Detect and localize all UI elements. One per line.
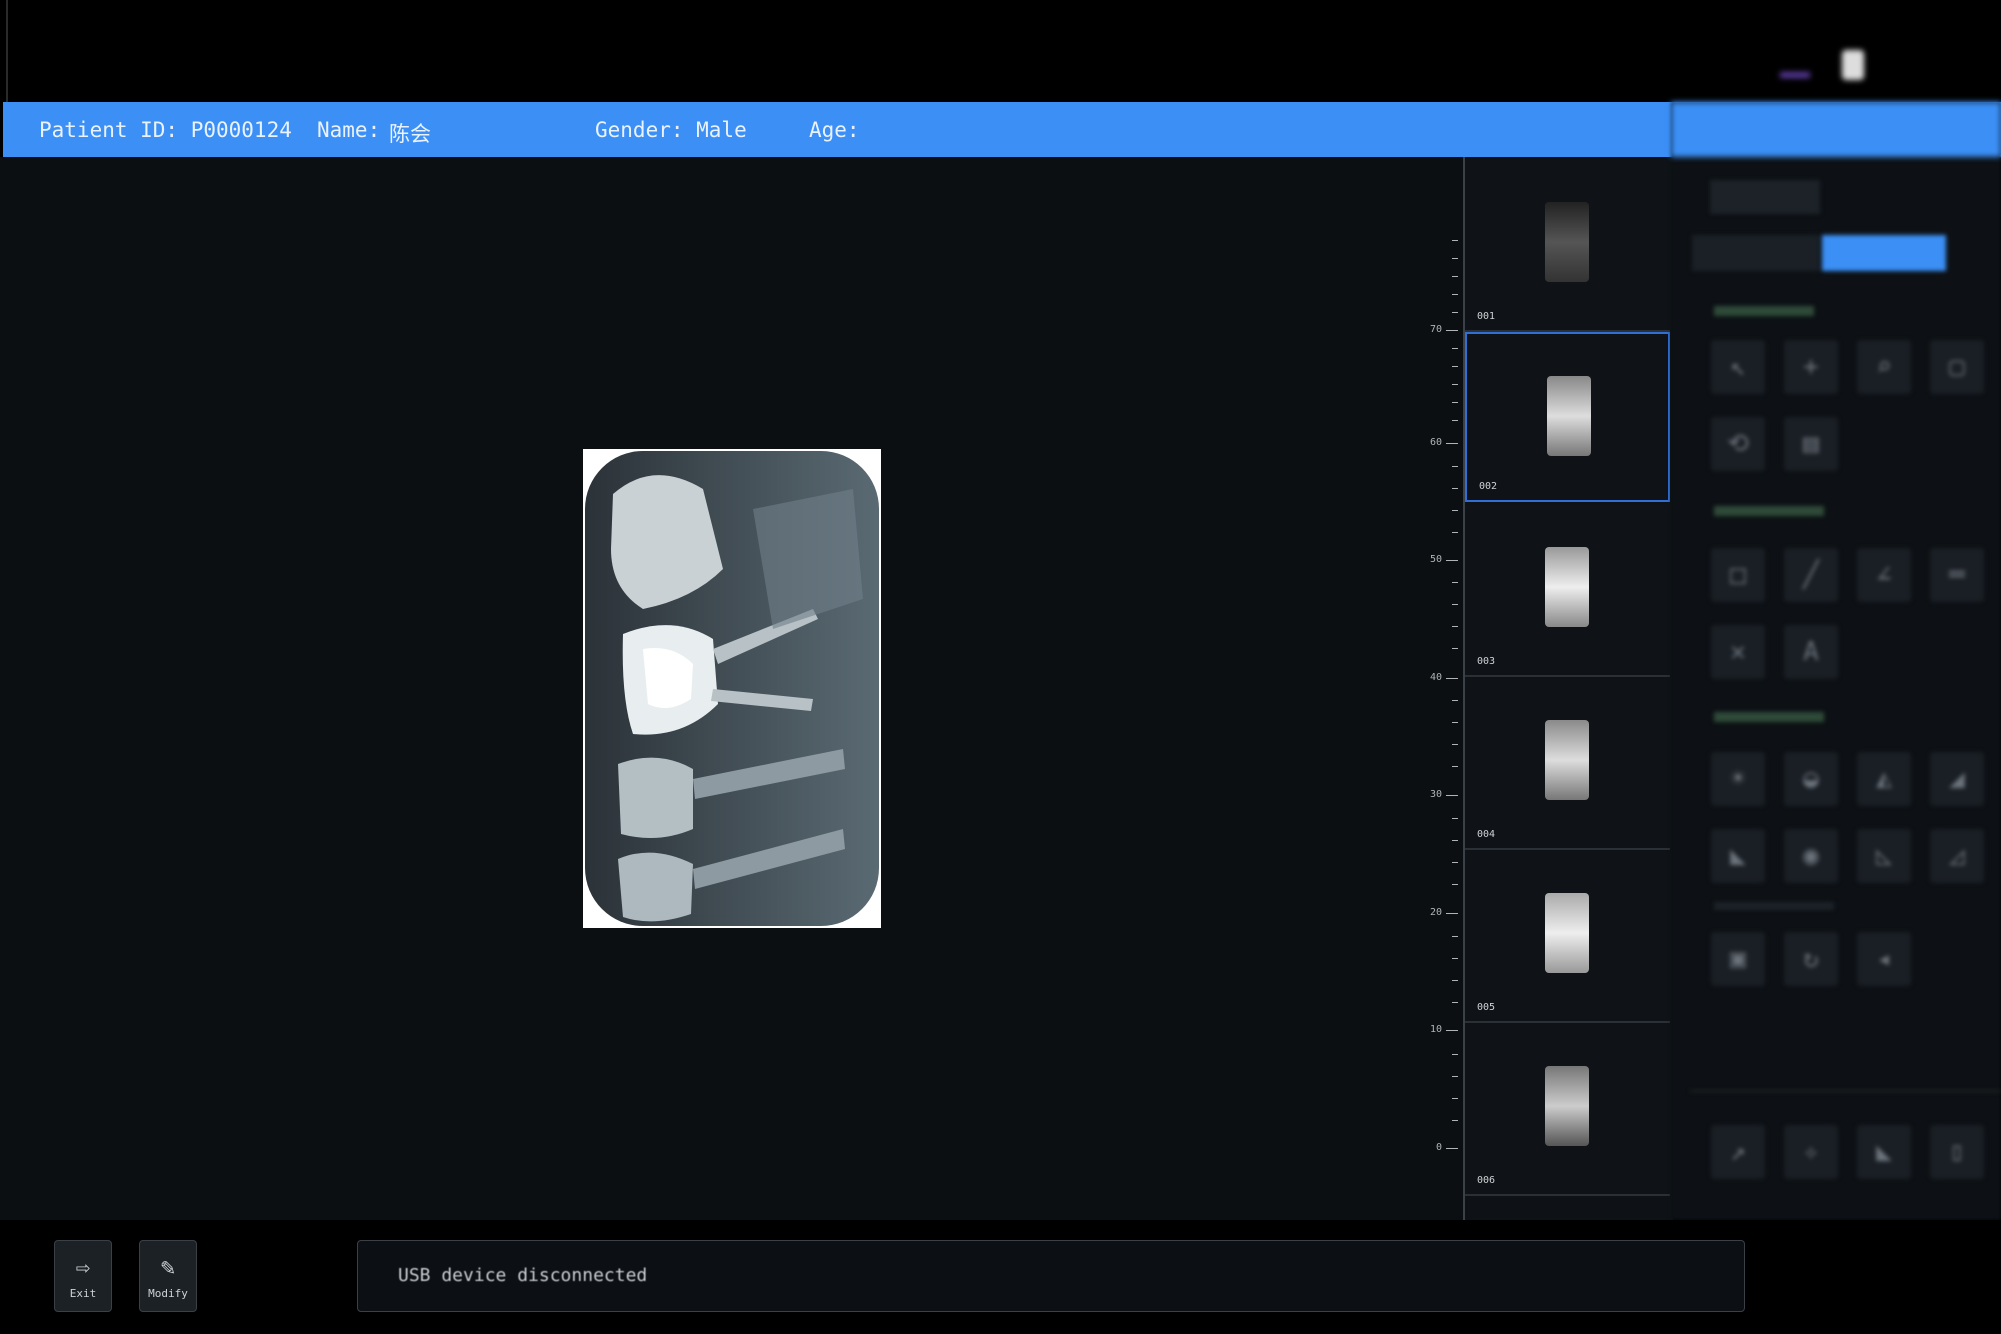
- thumbnail-image: [1545, 202, 1589, 282]
- thumbnail-item[interactable]: 006: [1465, 1024, 1670, 1196]
- thumbnail-number: 004: [1477, 829, 1496, 840]
- fit-tool-icon[interactable]: ▢: [1930, 340, 1984, 394]
- ruler-tool-icon[interactable]: ═: [1930, 548, 1984, 602]
- rotate-tool-icon[interactable]: ⟲: [1711, 417, 1765, 471]
- thumbnail-image: [1545, 720, 1589, 800]
- tool-tab-advanced[interactable]: [1822, 235, 1946, 271]
- rect-tool-icon[interactable]: □: [1711, 548, 1765, 602]
- patient-id: Patient ID: P0000124: [39, 118, 292, 142]
- tool-panel-header: [1671, 102, 2001, 157]
- ruler-label: 10: [1429, 1024, 1442, 1035]
- save-tool-icon[interactable]: ▣: [1711, 932, 1765, 986]
- line-tool-icon[interactable]: ╱: [1784, 548, 1838, 602]
- section-label: [1714, 712, 1824, 722]
- device-icon: [1842, 50, 1864, 80]
- thumbnail-number: 005: [1477, 1002, 1496, 1013]
- section-label: [1714, 306, 1814, 316]
- reset-tool-icon[interactable]: ↻: [1784, 932, 1838, 986]
- ruler-label: 40: [1429, 672, 1442, 683]
- thumbnail-image: [1545, 1066, 1589, 1146]
- xray-image[interactable]: [583, 449, 881, 928]
- thumbnail-image: [1547, 376, 1591, 456]
- angle-tool-icon[interactable]: ∠: [1857, 548, 1911, 602]
- window-edge: [6, 0, 8, 102]
- ruler: 70 60 50 40 30 20 10 0: [1420, 230, 1464, 1160]
- flip-tool-icon[interactable]: ▤: [1784, 417, 1838, 471]
- divider: [1690, 1090, 2001, 1092]
- modify-button[interactable]: ✎ Modify: [139, 1240, 197, 1312]
- thumbnail-number: 002: [1479, 481, 1498, 492]
- mode-dropdown[interactable]: [1710, 180, 1820, 214]
- thumbnail-item[interactable]: 004: [1465, 678, 1670, 850]
- contrast-tool-icon[interactable]: ◒: [1784, 752, 1838, 806]
- tool-tab-basic[interactable]: [1692, 235, 1820, 271]
- delete-tool-icon[interactable]: ✕: [1711, 625, 1765, 679]
- text-tool-icon[interactable]: A: [1784, 625, 1838, 679]
- smooth-tool-icon[interactable]: ◿: [1930, 829, 1984, 883]
- window-status-area: [1660, 50, 2001, 102]
- thumbnail-item[interactable]: 005: [1465, 851, 1670, 1023]
- zoom-tool-icon[interactable]: ⌕: [1857, 340, 1911, 394]
- crosshair-tool-icon[interactable]: +: [1784, 340, 1838, 394]
- trash-tool-icon[interactable]: ▯: [1930, 1125, 1984, 1179]
- invert-tool-icon[interactable]: ◺: [1857, 829, 1911, 883]
- status-message-box: USB device disconnected: [357, 1240, 1745, 1312]
- edit-icon: ✎: [160, 1252, 176, 1281]
- modify-label: Modify: [148, 1286, 188, 1300]
- more-tool-icon[interactable]: ◂: [1857, 932, 1911, 986]
- pointer-tool-icon[interactable]: ↖: [1711, 340, 1765, 394]
- exit-button[interactable]: ⇨ Exit: [54, 1240, 112, 1312]
- divider: [1714, 902, 1834, 910]
- thumbnail-number: 006: [1477, 1175, 1496, 1186]
- status-message: USB device disconnected: [398, 1265, 648, 1286]
- ruler-label: 30: [1429, 789, 1442, 800]
- sharpen-tool-icon[interactable]: ◣: [1711, 829, 1765, 883]
- thumbnail-item[interactable]: 001: [1465, 160, 1670, 332]
- thumbnail-item[interactable]: 002: [1465, 332, 1670, 502]
- brightness-tool-icon[interactable]: ☀: [1711, 752, 1765, 806]
- thumbnail-image: [1545, 893, 1589, 973]
- patient-gender: Gender: Male: [595, 118, 747, 142]
- ruler-label: 0: [1435, 1142, 1442, 1153]
- report-tool-icon[interactable]: ◣: [1857, 1125, 1911, 1179]
- patient-age: Age:: [809, 118, 860, 142]
- exit-label: Exit: [69, 1286, 97, 1300]
- thumbnail-image: [1545, 547, 1589, 627]
- curve-tool-icon[interactable]: ◢: [1930, 752, 1984, 806]
- ruler-label: 20: [1429, 907, 1442, 918]
- thumbnail-number: 003: [1477, 656, 1496, 667]
- indicator-icon: [1780, 72, 1810, 78]
- patient-name-label: Name:: [317, 118, 381, 142]
- ruler-label: 60: [1429, 437, 1442, 448]
- export-tool-icon[interactable]: ↗: [1711, 1125, 1765, 1179]
- compare-tool-icon[interactable]: ✧: [1784, 1125, 1838, 1179]
- thumbnail-number: 001: [1477, 311, 1496, 322]
- section-label: [1714, 506, 1824, 516]
- histogram-tool-icon[interactable]: ◭: [1857, 752, 1911, 806]
- patient-name: 陈会: [389, 122, 431, 146]
- exit-icon: ⇨: [75, 1252, 91, 1281]
- gamma-tool-icon[interactable]: ◉: [1784, 829, 1838, 883]
- ruler-label: 70: [1429, 324, 1442, 335]
- ruler-label: 50: [1429, 554, 1442, 565]
- thumbnail-item[interactable]: 003: [1465, 505, 1670, 677]
- dental-xray: [585, 451, 879, 926]
